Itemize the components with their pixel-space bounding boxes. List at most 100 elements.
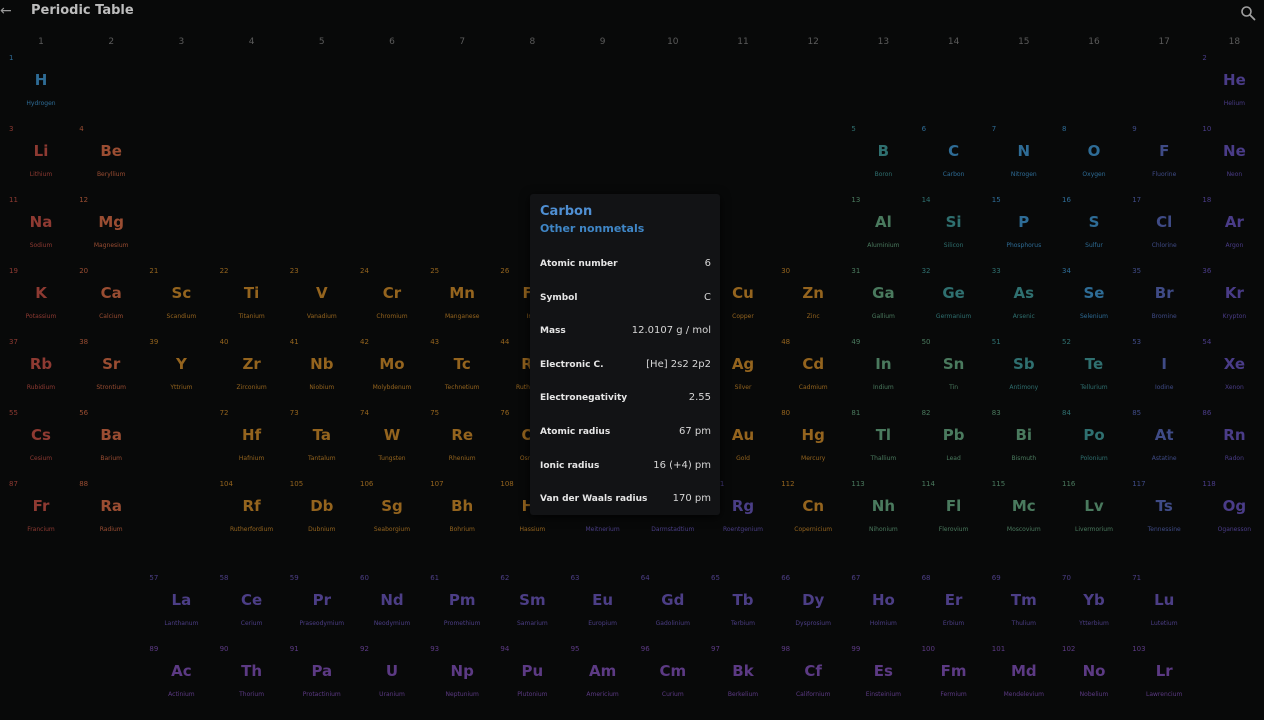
element-tile-zinc[interactable]: 30 Zn Zinc	[778, 266, 848, 337]
element-tile-zirconium[interactable]: 40 Zr Zirconium	[217, 337, 287, 408]
element-tile-beryllium[interactable]: 4 Be Beryllium	[76, 124, 146, 195]
element-tile-ytterbium[interactable]: 70 Yb Ytterbium	[1059, 573, 1129, 644]
element-tile-livermorium[interactable]: 116 Lv Livermorium	[1059, 479, 1129, 550]
element-tile-argon[interactable]: 18 Ar Argon	[1199, 195, 1264, 266]
element-tile-radium[interactable]: 88 Ra Radium	[76, 479, 146, 550]
element-tile-holmium[interactable]: 67 Ho Holmium	[848, 573, 918, 644]
element-tile-indium[interactable]: 49 In Indium	[848, 337, 918, 408]
element-tile-scandium[interactable]: 21 Sc Scandium	[146, 266, 216, 337]
element-tile-promethium[interactable]: 61 Pm Promethium	[427, 573, 497, 644]
element-tile-dubnium[interactable]: 105 Db Dubnium	[287, 479, 357, 550]
element-tile-einsteinium[interactable]: 99 Es Einsteinium	[848, 644, 918, 715]
element-tile-mendelevium[interactable]: 101 Md Mendelevium	[989, 644, 1059, 715]
element-tile-titanium[interactable]: 22 Ti Titanium	[217, 266, 287, 337]
element-tile-technetium[interactable]: 43 Tc Technetium	[427, 337, 497, 408]
element-tile-bohrium[interactable]: 107 Bh Bohrium	[427, 479, 497, 550]
element-tile-hafnium[interactable]: 72 Hf Hafnium	[217, 408, 287, 479]
element-tile-cesium[interactable]: 55 Cs Cesium	[6, 408, 76, 479]
element-tile-nitrogen[interactable]: 7 N Nitrogen	[989, 124, 1059, 195]
element-tile-protactinium[interactable]: 91 Pa Protactinium	[287, 644, 357, 715]
element-tile-boron[interactable]: 5 B Boron	[848, 124, 918, 195]
element-tile-berkelium[interactable]: 97 Bk Berkelium	[708, 644, 778, 715]
element-tile-bismuth[interactable]: 83 Bi Bismuth	[989, 408, 1059, 479]
element-tile-tantalum[interactable]: 73 Ta Tantalum	[287, 408, 357, 479]
element-tile-astatine[interactable]: 85 At Astatine	[1129, 408, 1199, 479]
element-tile-fermium[interactable]: 100 Fm Fermium	[919, 644, 989, 715]
element-tile-europium[interactable]: 63 Eu Europium	[568, 573, 638, 644]
element-tile-arsenic[interactable]: 33 As Arsenic	[989, 266, 1059, 337]
element-tile-praseodymium[interactable]: 59 Pr Praseodymium	[287, 573, 357, 644]
element-tile-calcium[interactable]: 20 Ca Calcium	[76, 266, 146, 337]
element-tile-strontium[interactable]: 38 Sr Strontium	[76, 337, 146, 408]
element-tile-curium[interactable]: 96 Cm Curium	[638, 644, 708, 715]
element-tile-flerovium[interactable]: 114 Fl Flerovium	[919, 479, 989, 550]
element-tile-helium[interactable]: 2 He Helium	[1199, 53, 1264, 124]
element-tile-nihonium[interactable]: 113 Nh Nihonium	[848, 479, 918, 550]
element-tile-neptunium[interactable]: 93 Np Neptunium	[427, 644, 497, 715]
element-tile-silicon[interactable]: 14 Si Silicon	[919, 195, 989, 266]
element-tile-sodium[interactable]: 11 Na Sodium	[6, 195, 76, 266]
element-tile-lutetium[interactable]: 71 Lu Lutetium	[1129, 573, 1199, 644]
element-tile-carbon[interactable]: 6 C Carbon	[919, 124, 989, 195]
element-tile-yttrium[interactable]: 39 Y Yttrium	[146, 337, 216, 408]
element-tile-moscovium[interactable]: 115 Mc Moscovium	[989, 479, 1059, 550]
element-tile-fluorine[interactable]: 9 F Fluorine	[1129, 124, 1199, 195]
element-tile-oganesson[interactable]: 118 Og Oganesson	[1199, 479, 1264, 550]
back-arrow-icon[interactable]: ←	[0, 3, 12, 19]
element-tile-germanium[interactable]: 32 Ge Germanium	[919, 266, 989, 337]
element-tile-mercury[interactable]: 80 Hg Mercury	[778, 408, 848, 479]
element-tile-gallium[interactable]: 31 Ga Gallium	[848, 266, 918, 337]
element-tile-radon[interactable]: 86 Rn Radon	[1199, 408, 1264, 479]
element-tile-cerium[interactable]: 58 Ce Cerium	[217, 573, 287, 644]
element-tile-tin[interactable]: 50 Sn Tin	[919, 337, 989, 408]
element-tile-tellurium[interactable]: 52 Te Tellurium	[1059, 337, 1129, 408]
element-tile-uranium[interactable]: 92 U Uranium	[357, 644, 427, 715]
element-tile-neodymium[interactable]: 60 Nd Neodymium	[357, 573, 427, 644]
element-tile-aluminium[interactable]: 13 Al Aluminium	[848, 195, 918, 266]
element-tile-plutonium[interactable]: 94 Pu Plutonium	[497, 644, 567, 715]
search-icon[interactable]	[1240, 5, 1256, 21]
element-tile-cadmium[interactable]: 48 Cd Cadmium	[778, 337, 848, 408]
element-tile-samarium[interactable]: 62 Sm Samarium	[497, 573, 567, 644]
element-tile-tennessine[interactable]: 117 Ts Tennessine	[1129, 479, 1199, 550]
element-tile-dysprosium[interactable]: 66 Dy Dysprosium	[778, 573, 848, 644]
element-tile-phosphorus[interactable]: 15 P Phosphorus	[989, 195, 1059, 266]
element-tile-vanadium[interactable]: 23 V Vanadium	[287, 266, 357, 337]
element-tile-thulium[interactable]: 69 Tm Thulium	[989, 573, 1059, 644]
element-tile-selenium[interactable]: 34 Se Selenium	[1059, 266, 1129, 337]
element-tile-molybdenum[interactable]: 42 Mo Molybdenum	[357, 337, 427, 408]
element-tile-sulfur[interactable]: 16 S Sulfur	[1059, 195, 1129, 266]
element-tile-thallium[interactable]: 81 Tl Thallium	[848, 408, 918, 479]
element-tile-rubidium[interactable]: 37 Rb Rubidium	[6, 337, 76, 408]
element-tile-polonium[interactable]: 84 Po Polonium	[1059, 408, 1129, 479]
element-tile-americium[interactable]: 95 Am Americium	[568, 644, 638, 715]
element-tile-krypton[interactable]: 36 Kr Krypton	[1199, 266, 1264, 337]
element-tile-potassium[interactable]: 19 K Potassium	[6, 266, 76, 337]
element-tile-nobelium[interactable]: 102 No Nobelium	[1059, 644, 1129, 715]
element-tile-xenon[interactable]: 54 Xe Xenon	[1199, 337, 1264, 408]
element-tile-antimony[interactable]: 51 Sb Antimony	[989, 337, 1059, 408]
element-tile-iodine[interactable]: 53 I Iodine	[1129, 337, 1199, 408]
element-tile-actinium[interactable]: 89 Ac Actinium	[146, 644, 216, 715]
element-tile-bromine[interactable]: 35 Br Bromine	[1129, 266, 1199, 337]
element-tile-niobium[interactable]: 41 Nb Niobium	[287, 337, 357, 408]
element-tile-francium[interactable]: 87 Fr Francium	[6, 479, 76, 550]
element-tile-hydrogen[interactable]: 1 H Hydrogen	[6, 53, 76, 124]
element-tile-californium[interactable]: 98 Cf Californium	[778, 644, 848, 715]
element-tile-rhenium[interactable]: 75 Re Rhenium	[427, 408, 497, 479]
element-tile-copernicium[interactable]: 112 Cn Copernicium	[778, 479, 848, 550]
element-tile-terbium[interactable]: 65 Tb Terbium	[708, 573, 778, 644]
element-tile-lead[interactable]: 82 Pb Lead	[919, 408, 989, 479]
element-tile-chromium[interactable]: 24 Cr Chromium	[357, 266, 427, 337]
element-tile-manganese[interactable]: 25 Mn Manganese	[427, 266, 497, 337]
element-tile-oxygen[interactable]: 8 O Oxygen	[1059, 124, 1129, 195]
element-tile-seaborgium[interactable]: 106 Sg Seaborgium	[357, 479, 427, 550]
element-tile-thorium[interactable]: 90 Th Thorium	[217, 644, 287, 715]
element-tile-gadolinium[interactable]: 64 Gd Gadolinium	[638, 573, 708, 644]
element-tile-rutherfordium[interactable]: 104 Rf Rutherfordium	[217, 479, 287, 550]
element-tile-barium[interactable]: 56 Ba Barium	[76, 408, 146, 479]
element-tile-chlorine[interactable]: 17 Cl Chlorine	[1129, 195, 1199, 266]
element-tile-lawrencium[interactable]: 103 Lr Lawrencium	[1129, 644, 1199, 715]
element-tile-lanthanum[interactable]: 57 La Lanthanum	[146, 573, 216, 644]
element-tile-lithium[interactable]: 3 Li Lithium	[6, 124, 76, 195]
